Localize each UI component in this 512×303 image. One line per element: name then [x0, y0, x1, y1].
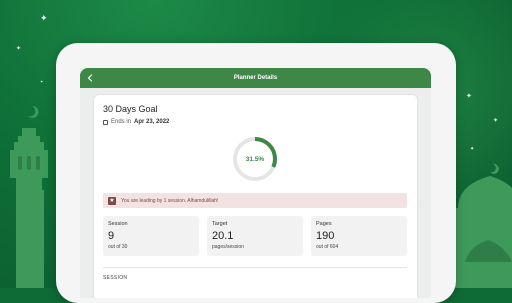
- stat-value: 190: [316, 230, 335, 242]
- page-title: Planner Details: [233, 75, 278, 81]
- app-bar: Planner Details: [80, 68, 431, 88]
- ends-prefix: Ends in: [111, 119, 132, 125]
- stat-sub: pages/session: [212, 244, 244, 250]
- divider: [103, 267, 407, 268]
- chevron-left-icon: [87, 74, 93, 82]
- goal-end-date: Ends in Apr 23, 2022: [103, 119, 169, 125]
- goal-title: 30 Days Goal: [103, 104, 158, 114]
- calendar-icon: [103, 119, 108, 125]
- mosque-right: [452, 163, 512, 288]
- goal-card: 30 Days Goal Ends in Apr 23, 2022 31.5% …: [94, 95, 417, 298]
- ends-date: Apr 23, 2022: [134, 119, 170, 125]
- app-screen: Planner Details 30 Days Goal Ends in Apr…: [80, 68, 431, 298]
- progress-percent: 31.5%: [245, 155, 265, 163]
- stat-value: 9: [108, 230, 115, 242]
- stat-target: Target 20.1 pages/session: [207, 216, 303, 256]
- minaret-left: [10, 105, 48, 288]
- status-alert: ★ You are leading by 1 session. Alhamdul…: [103, 193, 407, 208]
- section-title: SESSION: [103, 275, 128, 281]
- star-badge-icon: ★: [108, 196, 116, 205]
- alert-text: You are leading by 1 session. Alhamdulil…: [121, 197, 219, 204]
- stat-label: Pages: [316, 221, 332, 227]
- stat-sub: out of 604: [316, 244, 339, 250]
- stat-pages: Pages 190 out of 604: [311, 216, 407, 256]
- progress-ring: 31.5%: [231, 135, 279, 183]
- stat-sub: out of 30: [108, 244, 128, 250]
- stat-label: Target: [212, 221, 228, 227]
- stat-session: Session 9 out of 30: [103, 216, 199, 256]
- stat-label: Session: [108, 221, 128, 227]
- back-button[interactable]: [83, 71, 97, 85]
- stat-value: 20.1: [212, 230, 234, 242]
